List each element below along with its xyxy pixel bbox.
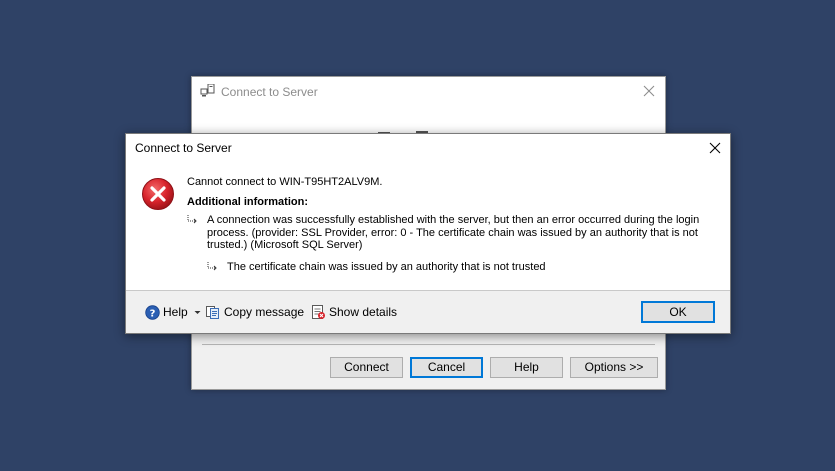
chevron-down-icon (194, 310, 201, 314)
inner-error-message: The certificate chain was issued by an a… (227, 261, 546, 273)
dialog-body: Cannot connect to WIN-T95HT2ALV9M. Addit… (126, 163, 730, 290)
tree-branch-arrow-icon (207, 262, 217, 271)
server-connect-icon (200, 84, 215, 97)
window-title: Connect to Server (221, 85, 318, 99)
dialog-title: Connect to Server (135, 141, 232, 155)
window-titlebar: Connect to Server (192, 77, 665, 107)
show-details-button[interactable]: Show details (310, 303, 397, 321)
help-button[interactable]: Help (490, 357, 563, 378)
error-dialog: Connect to Server Cannot connect to WIN-… (125, 133, 731, 334)
dialog-footer: ? Help Copy message Show details OK (126, 291, 730, 335)
copy-message-label: Copy message (224, 305, 305, 319)
close-icon[interactable] (641, 83, 657, 99)
main-error-message: Cannot connect to WIN-T95HT2ALV9M. (187, 176, 383, 188)
help-label: Help (163, 305, 188, 319)
tree-branch-arrow-icon (187, 215, 197, 224)
help-icon: ? (145, 304, 160, 320)
copy-message-button[interactable]: Copy message (205, 303, 304, 321)
details-icon (312, 305, 325, 319)
close-icon[interactable] (707, 140, 723, 156)
dialog-titlebar: Connect to Server (126, 134, 730, 163)
connect-button[interactable]: Connect (330, 357, 403, 378)
help-dropdown-button[interactable]: ? Help (145, 303, 205, 321)
cancel-button[interactable]: Cancel (410, 357, 483, 378)
additional-info-heading: Additional information: (187, 196, 308, 208)
options-button[interactable]: Options >> (570, 357, 658, 378)
error-icon (142, 178, 174, 210)
detail-error-message: A connection was successfully establishe… (207, 214, 700, 251)
ok-button[interactable]: OK (641, 301, 715, 323)
show-details-label: Show details (329, 305, 398, 319)
product-banner (192, 107, 665, 137)
svg-text:?: ? (150, 308, 156, 319)
copy-icon (206, 306, 219, 319)
divider (202, 344, 655, 345)
